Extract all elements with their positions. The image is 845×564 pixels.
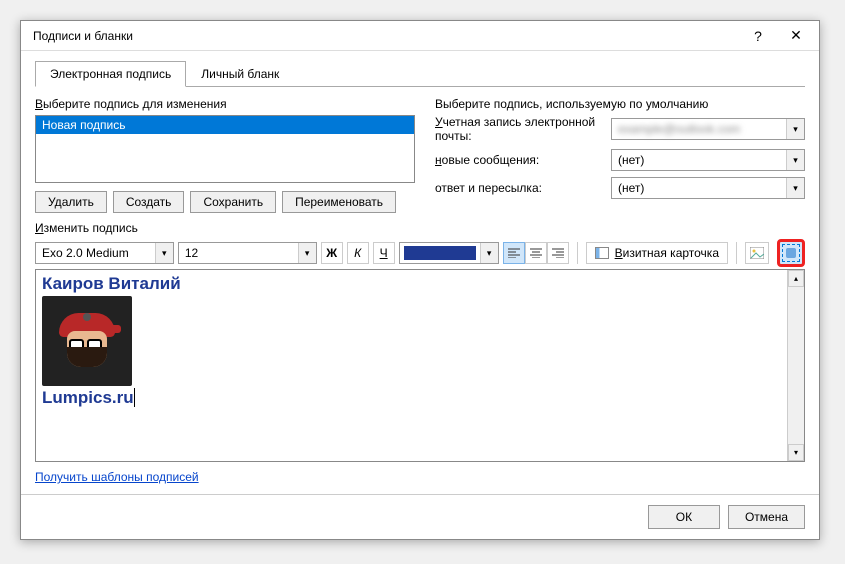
upper-section: Выберите подпись для изменения Новая под… bbox=[35, 97, 805, 213]
new-messages-dropdown[interactable]: (нет) ▾ bbox=[611, 149, 805, 171]
color-swatch bbox=[404, 246, 476, 260]
cancel-button[interactable]: Отмена bbox=[728, 505, 805, 529]
create-button[interactable]: Создать bbox=[113, 191, 185, 213]
scroll-up-button[interactable]: ▴ bbox=[788, 270, 804, 287]
business-card-icon bbox=[595, 247, 609, 259]
tab-email-signature[interactable]: Электронная подпись bbox=[35, 61, 186, 87]
format-toolbar: Exo 2.0 Medium ▾ 12 ▾ Ж К Ч ▾ Визи bbox=[35, 239, 805, 267]
default-signature-label: Выберите подпись, используемую по умолча… bbox=[435, 97, 805, 111]
titlebar: Подписи и бланки ? ✕ bbox=[21, 21, 819, 51]
save-button[interactable]: Сохранить bbox=[190, 191, 276, 213]
new-messages-label: новые сообщения: bbox=[435, 153, 605, 167]
chevron-down-icon: ▾ bbox=[786, 150, 804, 170]
chevron-down-icon: ▾ bbox=[155, 243, 173, 263]
editor-name-text: Каиров Виталий bbox=[42, 274, 781, 294]
window-title: Подписи и бланки bbox=[33, 29, 739, 43]
get-templates-link[interactable]: Получить шаблоны подписей bbox=[35, 470, 805, 484]
content: Электронная подпись Личный бланк Выберит… bbox=[21, 51, 819, 494]
font-size-dropdown[interactable]: 12 ▾ bbox=[178, 242, 317, 264]
chevron-down-icon: ▾ bbox=[786, 119, 804, 139]
signature-list-item[interactable]: Новая подпись bbox=[36, 116, 414, 134]
hyperlink-icon bbox=[786, 248, 796, 258]
separator bbox=[736, 242, 737, 264]
dialog-footer: ОК Отмена bbox=[21, 494, 819, 539]
reply-forward-label: ответ и пересылка: bbox=[435, 181, 605, 195]
select-signature-label: Выберите подпись для изменения bbox=[35, 97, 415, 111]
chevron-down-icon: ▾ bbox=[298, 243, 316, 263]
edit-signature-label: Изменить подпись bbox=[35, 221, 805, 235]
separator bbox=[577, 242, 578, 264]
rename-button[interactable]: Переименовать bbox=[282, 191, 396, 213]
insert-image-button[interactable] bbox=[745, 242, 769, 264]
scroll-down-button[interactable]: ▾ bbox=[788, 444, 804, 461]
signature-editor-wrap: Каиров Виталий Lumpics.ru ▴ ▾ bbox=[35, 269, 805, 462]
chevron-down-icon: ▾ bbox=[786, 178, 804, 198]
avatar-image bbox=[42, 296, 132, 386]
tabs: Электронная подпись Личный бланк bbox=[35, 61, 805, 87]
insert-hyperlink-button[interactable] bbox=[777, 239, 805, 267]
ok-button[interactable]: ОК bbox=[648, 505, 720, 529]
chevron-down-icon: ▾ bbox=[480, 243, 498, 263]
left-column: Выберите подпись для изменения Новая под… bbox=[35, 97, 415, 213]
delete-button[interactable]: Удалить bbox=[35, 191, 107, 213]
editor-scrollbar[interactable]: ▴ ▾ bbox=[787, 270, 804, 461]
help-button[interactable]: ? bbox=[739, 22, 777, 50]
align-right-button[interactable] bbox=[547, 242, 569, 264]
alignment-group bbox=[503, 242, 569, 264]
close-button[interactable]: ✕ bbox=[777, 22, 815, 50]
font-color-dropdown[interactable]: ▾ bbox=[399, 242, 499, 264]
signature-editor[interactable]: Каиров Виталий Lumpics.ru bbox=[36, 270, 787, 461]
align-center-button[interactable] bbox=[525, 242, 547, 264]
business-card-button[interactable]: Визитная карточка bbox=[586, 242, 728, 264]
bold-button[interactable]: Ж bbox=[321, 242, 343, 264]
italic-button[interactable]: К bbox=[347, 242, 369, 264]
signature-buttons: Удалить Создать Сохранить Переименовать bbox=[35, 191, 415, 213]
right-column: Выберите подпись, используемую по умолча… bbox=[435, 97, 805, 213]
tab-personal-stationery[interactable]: Личный бланк bbox=[186, 61, 294, 86]
account-dropdown[interactable]: example@outlook.com ▾ bbox=[611, 118, 805, 140]
account-label: Учетная запись электронной почты: bbox=[435, 115, 605, 143]
reply-forward-dropdown[interactable]: (нет) ▾ bbox=[611, 177, 805, 199]
underline-button[interactable]: Ч bbox=[373, 242, 395, 264]
align-left-button[interactable] bbox=[503, 242, 525, 264]
font-dropdown[interactable]: Exo 2.0 Medium ▾ bbox=[35, 242, 174, 264]
dialog: Подписи и бланки ? ✕ Электронная подпись… bbox=[20, 20, 820, 540]
scroll-track[interactable] bbox=[788, 287, 804, 444]
editor-site-text: Lumpics.ru bbox=[42, 388, 781, 408]
signature-listbox[interactable]: Новая подпись bbox=[35, 115, 415, 183]
